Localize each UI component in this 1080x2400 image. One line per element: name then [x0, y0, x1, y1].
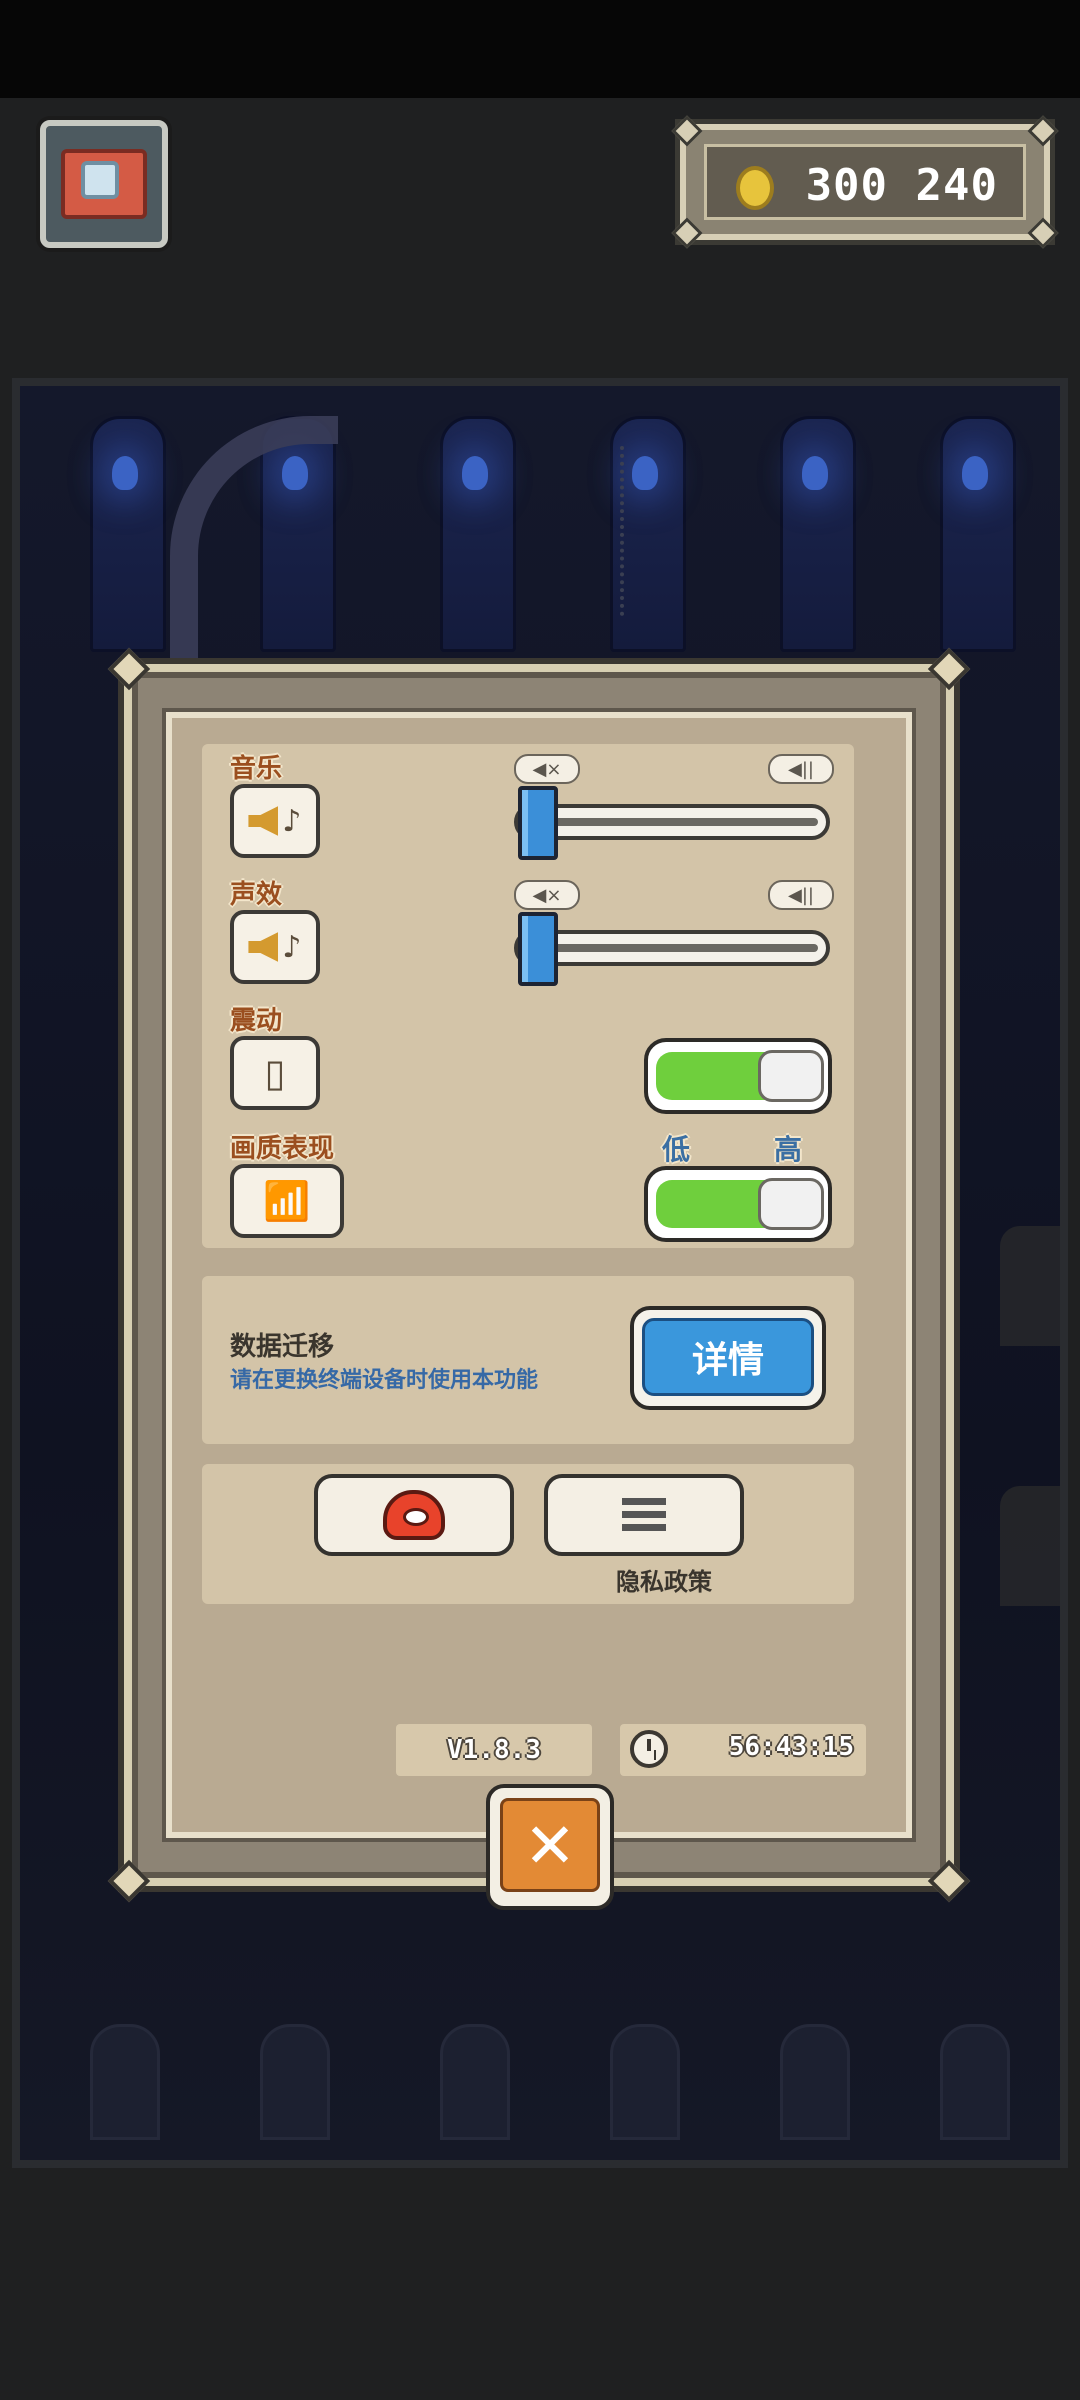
close-icon: ✕	[500, 1798, 600, 1892]
version-label: V1.8.3	[396, 1724, 592, 1776]
pillar	[90, 416, 166, 652]
details-button-label: 详情	[642, 1318, 814, 1396]
quality-high-label: 高	[774, 1133, 803, 1166]
coin-value: 300 240	[805, 160, 998, 211]
migration-title: 数据迁移	[230, 1332, 335, 1362]
music-slider[interactable]	[514, 804, 830, 840]
vibration-label: 震动	[230, 1006, 283, 1036]
corner-ornament	[1027, 115, 1059, 147]
corner-ornament	[1027, 217, 1059, 249]
torch-flame	[632, 456, 658, 490]
timer-value: 56:43:15	[728, 1732, 854, 1762]
speaker-sfx-icon: ♪	[230, 910, 320, 984]
slider-groove	[526, 944, 818, 952]
customer-service-phone-icon	[383, 1490, 445, 1540]
graphics-chart-icon: 📶	[230, 1164, 344, 1238]
sfx-slider-thumb[interactable]	[518, 912, 558, 986]
clock-icon	[630, 1730, 668, 1768]
slider-groove	[526, 818, 818, 826]
phone-vibrate-icon: ▯	[230, 1036, 320, 1110]
graphics-toggle[interactable]	[644, 1166, 832, 1242]
volume-max-icon: ◀||	[768, 754, 834, 784]
music-slider-thumb[interactable]	[518, 786, 558, 860]
gold-coin-icon	[736, 166, 774, 210]
toggle-knob	[758, 1050, 824, 1102]
toggle-on-fill	[656, 1052, 768, 1100]
data-migration-panel: 数据迁移 请在更换终端设备时使用本功能 详情	[202, 1276, 854, 1444]
mute-icon: ◀×	[514, 754, 580, 784]
list-icon	[622, 1498, 666, 1532]
pillar	[780, 416, 856, 652]
torch-flame	[962, 456, 988, 490]
chain	[620, 446, 634, 616]
migration-subtitle: 请在更换终端设备时使用本功能	[230, 1368, 539, 1393]
floor-arch	[260, 2024, 330, 2140]
privacy-policy-label: 隐私政策	[616, 1568, 712, 1596]
npc-figure	[1000, 1486, 1060, 1606]
mute-icon: ◀×	[514, 880, 580, 910]
status-bar	[0, 0, 1080, 98]
floor-arch	[780, 2024, 850, 2140]
toggle-knob	[758, 1178, 824, 1230]
pillar	[940, 416, 1016, 652]
play-timer: 56:43:15	[620, 1724, 866, 1776]
music-label: 音乐	[230, 754, 283, 784]
sfx-slider[interactable]	[514, 930, 830, 966]
camera-lens	[81, 161, 119, 199]
speaker-music-icon: ♪	[230, 784, 320, 858]
floor-arch	[610, 2024, 680, 2140]
pillar	[440, 416, 516, 652]
audio-settings-panel: 音乐 ♪ ◀× ◀|| 声效 ♪ ◀× ◀|| 震动 ▯ 画质表现 低 高 📶	[202, 744, 854, 1248]
settings-dialog-body: 音乐 ♪ ◀× ◀|| 声效 ♪ ◀× ◀|| 震动 ▯ 画质表现 低 高 📶 …	[166, 712, 912, 1910]
sfx-label: 声效	[230, 880, 283, 910]
coin-counter: 300 240	[671, 115, 1059, 249]
torch-flame	[112, 456, 138, 490]
torch-flame	[462, 456, 488, 490]
camera-button[interactable]	[40, 120, 168, 248]
privacy-policy-button[interactable]	[544, 1474, 744, 1556]
torch-flame	[802, 456, 828, 490]
details-button[interactable]: 详情	[630, 1306, 826, 1410]
settings-dialog: 音乐 ♪ ◀× ◀|| 声效 ♪ ◀× ◀|| 震动 ▯ 画质表现 低 高 📶 …	[107, 647, 971, 1910]
vibration-toggle[interactable]	[644, 1038, 832, 1114]
camera-icon	[61, 149, 147, 219]
corner-ornament	[671, 217, 703, 249]
npc-figure	[1000, 1226, 1060, 1346]
toggle-on-fill	[656, 1180, 768, 1228]
graphics-label: 画质表现	[230, 1134, 335, 1164]
quality-low-label: 低	[662, 1133, 691, 1166]
volume-max-icon: ◀||	[768, 880, 834, 910]
corner-ornament	[671, 115, 703, 147]
links-panel: 隐私政策	[202, 1464, 854, 1604]
customer-service-button[interactable]	[314, 1474, 514, 1556]
close-button[interactable]: ✕	[486, 1784, 614, 1910]
floor-arch	[90, 2024, 160, 2140]
floor-arch	[940, 2024, 1010, 2140]
floor-arch	[440, 2024, 510, 2140]
